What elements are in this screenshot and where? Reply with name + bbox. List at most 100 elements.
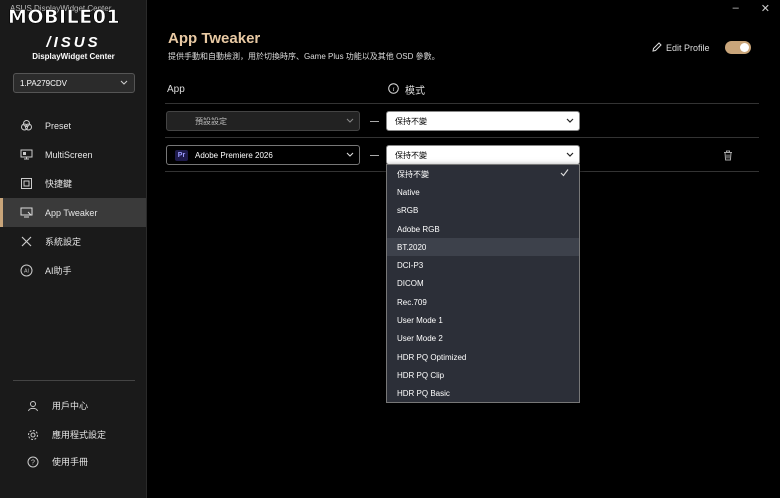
dropdown-option-label: HDR PQ Clip: [397, 370, 445, 380]
svg-text:?: ?: [31, 459, 35, 466]
chevron-down-icon: [566, 116, 574, 126]
shortcut-icon: [19, 177, 33, 191]
dropdown-option-label: User Mode 2: [397, 334, 443, 344]
gear-icon: [26, 428, 40, 442]
sidebar-item-preset[interactable]: Preset: [0, 111, 146, 140]
info-icon[interactable]: i: [388, 82, 399, 97]
sidebar-item-user-manual[interactable]: ? 使用手冊: [0, 447, 146, 476]
dropdown-option-label: Rec.709: [397, 297, 427, 307]
monitor-select[interactable]: 1.PA279CDV: [13, 73, 135, 93]
dropdown-option-label: DICOM: [397, 279, 424, 289]
dropdown-option[interactable]: Native: [387, 183, 579, 201]
sidebar-divider: [13, 380, 135, 381]
checkmark-icon: [560, 168, 569, 179]
dropdown-option[interactable]: User Mode 2: [387, 330, 579, 348]
watermark-logo: MOBILE01: [8, 4, 120, 30]
sidebar-item-label: 應用程式設定: [52, 430, 107, 440]
mode-select-value: 保持不變: [395, 150, 427, 160]
table-divider: [165, 137, 759, 138]
user-icon: [26, 399, 40, 413]
toggle-knob: [740, 43, 749, 52]
window-controls: – ✕: [733, 2, 770, 15]
sidebar-item-app-settings[interactable]: 應用程式設定: [0, 420, 146, 449]
row-connector: [370, 121, 379, 122]
sidebar-item-label: 使用手冊: [52, 457, 89, 467]
monitor-select-value: 1.PA279CDV: [20, 79, 67, 88]
dropdown-option-label: BT.2020: [397, 242, 427, 252]
sidebar-item-label: App Tweaker: [45, 207, 98, 218]
mode-select[interactable]: 保持不變: [386, 111, 580, 131]
sidebar-item-label: 用戶中心: [52, 401, 89, 411]
dropdown-option[interactable]: DICOM: [387, 275, 579, 293]
app-select[interactable]: Pr Adobe Premiere 2026: [166, 145, 360, 165]
dropdown-option[interactable]: HDR PQ Basic: [387, 385, 579, 403]
dropdown-option-label: HDR PQ Optimized: [397, 352, 467, 362]
app-select-value: Adobe Premiere 2026: [195, 150, 273, 160]
ai-icon: AI: [19, 264, 33, 278]
dropdown-option[interactable]: sRGB: [387, 202, 579, 220]
dropdown-option[interactable]: Rec.709: [387, 293, 579, 311]
pencil-icon: [652, 42, 662, 54]
premiere-icon: Pr: [175, 149, 188, 161]
svg-text:AI: AI: [24, 269, 29, 275]
chevron-down-icon: [566, 150, 574, 160]
column-header-app: App: [167, 84, 185, 95]
chevron-down-icon: [346, 150, 354, 160]
row-connector: [370, 155, 379, 156]
sidebar-item-label: 系統設定: [45, 237, 82, 247]
mode-dropdown-list: 保持不變 Native sRGB Adobe RGB BT.2020 DCI-P…: [386, 164, 580, 403]
page-description: 提供手動和自動檢測，用於切換時序、Game Plus 功能以及其他 OSD 參數…: [168, 52, 440, 61]
dropdown-option-hovered[interactable]: BT.2020: [387, 238, 579, 257]
sidebar: ASUS DisplayWidget Center MOBILE01 /ISUS…: [0, 0, 147, 498]
help-icon: ?: [26, 455, 40, 469]
sidebar-item-label: Preset: [45, 120, 72, 131]
dropdown-option-label: User Mode 1: [397, 316, 443, 326]
dropdown-option-label: sRGB: [397, 206, 419, 216]
dropdown-option-label: HDR PQ Basic: [397, 389, 450, 399]
asus-logo: /ISUS: [46, 34, 101, 51]
app-name: DisplayWidget Center: [32, 52, 115, 61]
dropdown-option[interactable]: HDR PQ Clip: [387, 366, 579, 384]
palette-icon: [19, 119, 33, 133]
mode-select[interactable]: 保持不變: [386, 145, 580, 165]
app-select-default: 預設設定: [166, 111, 360, 131]
app-tweaker-icon: [19, 206, 33, 220]
dropdown-option[interactable]: 保持不變: [387, 165, 579, 183]
edit-profile-label: Edit Profile: [666, 43, 710, 53]
dropdown-option[interactable]: Adobe RGB: [387, 220, 579, 238]
dropdown-option-label: DCI-P3: [397, 261, 424, 271]
table-divider: [165, 103, 759, 104]
tools-icon: [19, 235, 33, 249]
sidebar-item-app-tweaker[interactable]: App Tweaker: [0, 198, 146, 227]
multiscreen-icon: [19, 148, 33, 162]
dropdown-option[interactable]: User Mode 1: [387, 311, 579, 329]
minimize-icon[interactable]: –: [733, 2, 739, 15]
page-title: App Tweaker: [168, 30, 261, 47]
sidebar-item-user-center[interactable]: 用戶中心: [0, 391, 146, 420]
profile-toggle[interactable]: [725, 41, 751, 54]
main-panel: – ✕ App Tweaker 提供手動和自動檢測，用於切換時序、Game Pl…: [148, 0, 780, 498]
app-select-value: 預設設定: [195, 116, 227, 126]
chevron-down-icon: [346, 116, 354, 126]
dropdown-option-label: Adobe RGB: [397, 224, 440, 234]
dropdown-option[interactable]: DCI-P3: [387, 256, 579, 274]
dropdown-option-label: Native: [397, 187, 420, 197]
svg-text:i: i: [393, 86, 395, 93]
dropdown-option-label: 保持不變: [397, 169, 429, 179]
sidebar-item-multiscreen[interactable]: MultiScreen: [0, 140, 146, 169]
sidebar-item-label: AI助手: [45, 266, 72, 276]
column-header-mode-label: 模式: [405, 86, 425, 97]
sidebar-item-label: MultiScreen: [45, 149, 93, 160]
edit-profile-button[interactable]: Edit Profile: [652, 42, 710, 54]
sidebar-item-system-settings[interactable]: 系統設定: [0, 227, 146, 256]
trash-icon[interactable]: [723, 148, 733, 166]
watermark-text: MOBILE01: [8, 6, 121, 29]
sidebar-item-ai-assistant[interactable]: AI AI助手: [0, 256, 146, 285]
sidebar-item-label: 快捷鍵: [45, 179, 73, 189]
mode-select-value: 保持不變: [395, 116, 427, 126]
column-header-mode: i 模式: [388, 82, 425, 97]
close-icon[interactable]: ✕: [761, 2, 770, 15]
dropdown-option[interactable]: HDR PQ Optimized: [387, 348, 579, 366]
chevron-down-icon: [120, 78, 128, 88]
sidebar-item-shortcut[interactable]: 快捷鍵: [0, 169, 146, 198]
